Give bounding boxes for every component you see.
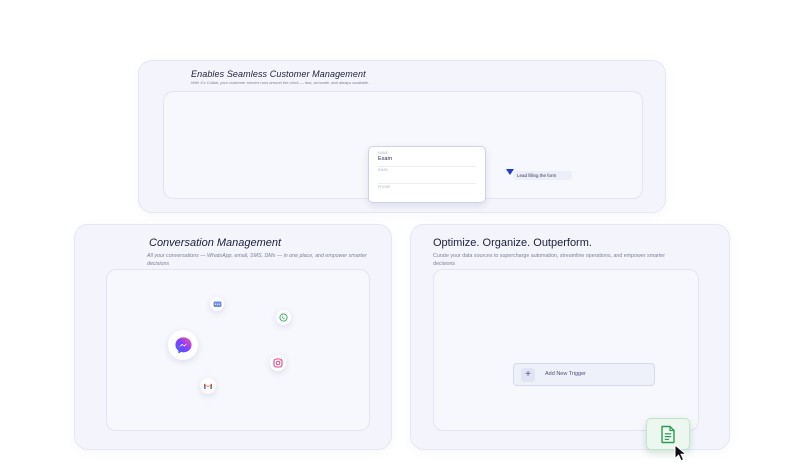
form-field-phone[interactable]: PHONE: [378, 185, 476, 200]
document-icon: [661, 425, 675, 443]
field-label: NAME: [378, 151, 389, 155]
automation-area: + Add New Trigger: [433, 269, 699, 462]
form-field-name[interactable]: NAME Exam: [378, 151, 476, 167]
pointer-icon: [506, 169, 514, 175]
panel-description: With X's Collab, your customer service r…: [191, 80, 370, 85]
customer-management-panel: Enables Seamless Customer Management Wit…: [138, 60, 666, 213]
channels-area: [106, 269, 370, 431]
form-preview-area: NAME Exam EMAIL PHONE Lead filling the f…: [163, 91, 643, 203]
panel-title: Optimize. Organize. Outperform.: [433, 237, 592, 249]
lead-tooltip: Lead filling the form: [514, 171, 572, 180]
panel-description: Curate your data sources to supercharge …: [433, 253, 666, 267]
field-label: EMAIL: [378, 168, 389, 172]
gmail-icon[interactable]: [200, 378, 216, 394]
panel-title: Conversation Management: [149, 237, 282, 249]
sms-icon[interactable]: [210, 297, 224, 311]
field-value: Exam: [378, 156, 393, 162]
mouse-cursor-icon: [674, 444, 688, 462]
plus-icon: +: [521, 368, 535, 382]
add-new-trigger-button[interactable]: + Add New Trigger: [513, 363, 655, 386]
form-field-email[interactable]: EMAIL: [378, 168, 476, 184]
trigger-button-label: Add New Trigger: [545, 371, 586, 377]
messenger-icon[interactable]: [168, 330, 198, 360]
instagram-icon[interactable]: [270, 355, 286, 371]
optimize-panel: Optimize. Organize. Outperform. Curate y…: [410, 224, 730, 462]
lead-form-card: NAME Exam EMAIL PHONE: [368, 146, 486, 203]
field-label: PHONE: [378, 185, 391, 189]
whatsapp-icon[interactable]: [276, 310, 291, 325]
panel-title: Enables Seamless Customer Management: [191, 69, 366, 79]
conversation-management-panel: Conversation Management All your convers…: [74, 224, 392, 450]
panel-description: All your conversations — WhatsApp, email…: [147, 253, 367, 267]
